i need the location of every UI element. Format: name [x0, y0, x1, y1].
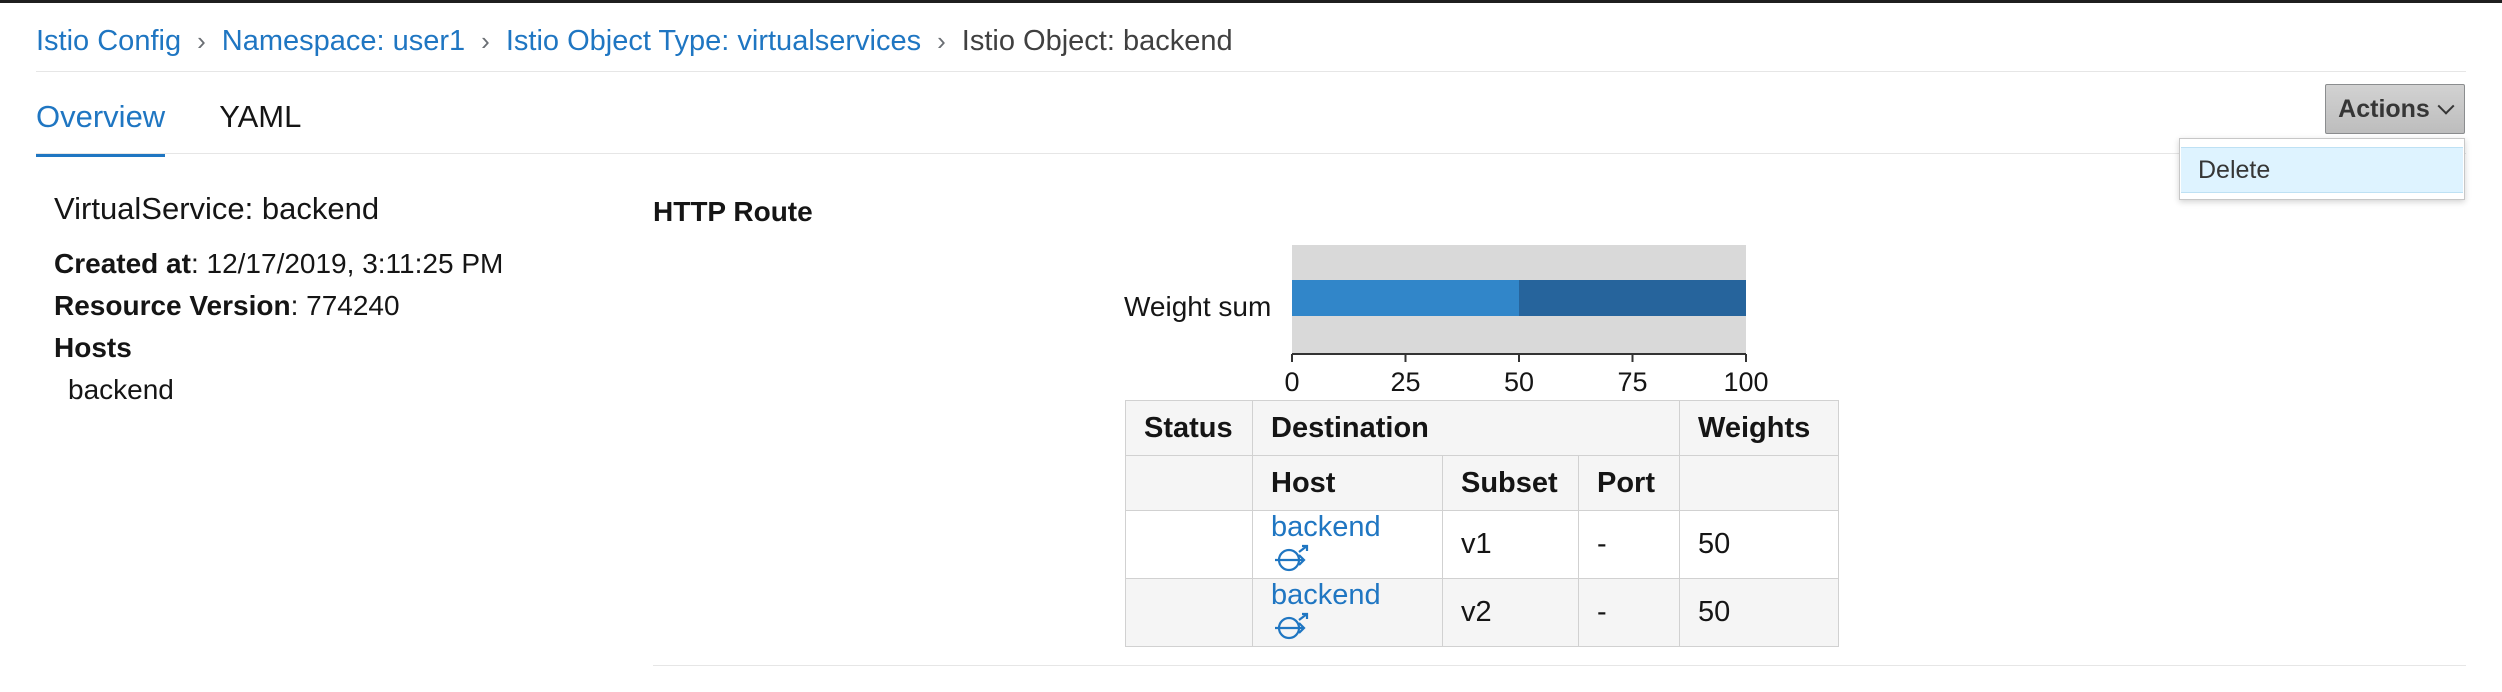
host-cell: backend — [1252, 510, 1443, 579]
subheader-host: Host — [1252, 455, 1443, 511]
header-weights: Weights — [1679, 400, 1839, 456]
subheader-empty — [1679, 455, 1839, 511]
chevron-right-icon: › — [197, 25, 206, 56]
table-row: backend v2 - 50 — [1125, 578, 1839, 647]
x-tick-label: 25 — [1390, 367, 1421, 397]
subheader-empty — [1125, 455, 1253, 511]
chevron-right-icon: › — [481, 25, 490, 56]
created-label: Created at — [54, 248, 191, 279]
service-icon[interactable] — [1273, 544, 1311, 574]
breadcrumb-namespace[interactable]: Namespace: user1 — [222, 25, 465, 58]
version-value: : 774240 — [290, 290, 400, 321]
breadcrumb: Istio Config › Namespace: user1 › Istio … — [36, 21, 1233, 61]
menu-item-delete[interactable]: Delete — [2181, 147, 2463, 193]
table-subheader-row: Host Subset Port — [1125, 455, 1839, 511]
actions-menu: Delete — [2179, 138, 2465, 200]
subheader-subset: Subset — [1442, 455, 1579, 511]
tab-bar: Overview YAML — [36, 99, 355, 157]
version-field: Resource Version: 774240 — [54, 290, 400, 322]
breadcrumb-istio-config[interactable]: Istio Config — [36, 25, 181, 58]
port-cell: - — [1578, 578, 1680, 647]
tab-yaml[interactable]: YAML — [219, 99, 301, 155]
section-title: HTTP Route — [653, 196, 813, 227]
status-cell — [1125, 578, 1253, 647]
table-row: backend v1 - 50 — [1125, 510, 1839, 579]
divider — [653, 665, 2466, 666]
subset-cell: v2 — [1442, 578, 1579, 647]
hosts-label: Hosts — [54, 332, 132, 363]
subheader-port: Port — [1578, 455, 1680, 511]
port-cell: - — [1578, 510, 1680, 579]
actions-button[interactable]: Actions — [2325, 84, 2465, 134]
x-tick-label: 75 — [1617, 367, 1648, 397]
chevron-right-icon: › — [937, 25, 946, 56]
host-link[interactable]: backend — [1271, 511, 1381, 543]
table-header-row: Status Destination Weights — [1125, 400, 1839, 456]
bar-segment-1 — [1292, 280, 1519, 316]
breadcrumb-current: Istio Object: backend — [961, 24, 1233, 57]
host-link[interactable]: backend — [1271, 579, 1381, 611]
weight-chart — [1291, 245, 1747, 362]
host-cell: backend — [1252, 578, 1443, 647]
destination-table: Status Destination Weights Host Subset P… — [1125, 400, 1839, 647]
header-destination: Destination — [1252, 400, 1680, 456]
status-cell — [1125, 510, 1253, 579]
host-item: backend — [68, 374, 174, 405]
chart-category-label: Weight sum — [1124, 291, 1272, 322]
subset-cell: v1 — [1442, 510, 1579, 579]
weight-cell: 50 — [1679, 510, 1839, 579]
version-label: Resource Version — [54, 290, 291, 321]
created-value: : 12/17/2019, 3:11:25 PM — [190, 248, 504, 279]
bar-segment-2 — [1519, 280, 1746, 316]
service-icon[interactable] — [1273, 612, 1311, 642]
chevron-down-icon — [2437, 97, 2455, 115]
breadcrumb-object-type[interactable]: Istio Object Type: virtualservices — [506, 25, 921, 58]
actions-label: Actions — [2338, 94, 2430, 123]
x-tick-label: 100 — [1723, 367, 1769, 397]
x-tick-label: 0 — [1284, 367, 1300, 397]
header-status: Status — [1125, 400, 1253, 456]
divider — [36, 153, 2466, 154]
created-field: Created at: 12/17/2019, 3:11:25 PM — [54, 248, 503, 280]
tab-overview[interactable]: Overview — [36, 99, 166, 157]
page-title: VirtualService: backend — [54, 191, 380, 226]
weight-cell: 50 — [1679, 578, 1839, 647]
x-tick-label: 50 — [1503, 367, 1535, 397]
divider — [36, 71, 2466, 72]
